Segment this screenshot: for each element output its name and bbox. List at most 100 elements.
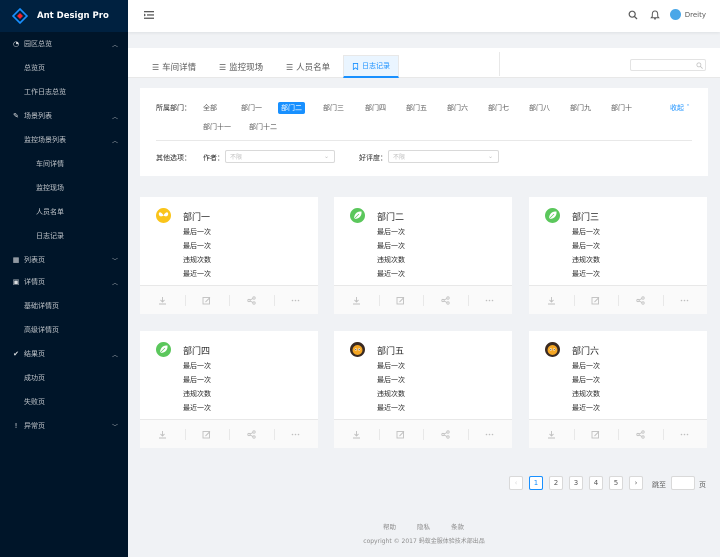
department-card[interactable]: 部门一 最后一次 最后一次 违规次数 最近一次	[140, 197, 318, 314]
search-icon[interactable]	[628, 10, 638, 20]
dept-tag[interactable]: 部门二	[278, 102, 305, 114]
sidebar-item-3[interactable]: ✎ 场景列表 ︿	[0, 107, 128, 125]
dept-tag[interactable]: 部门六	[447, 103, 468, 113]
download-button[interactable]	[334, 286, 379, 314]
share-button[interactable]	[618, 286, 663, 314]
tab-workshop-detail[interactable]: ☰ 车间详情	[152, 56, 196, 78]
ellipsis-button[interactable]	[467, 286, 513, 314]
dept-tag[interactable]: 部门八	[529, 103, 550, 113]
department-card[interactable]: 部门二 最后一次 最后一次 违规次数 最近一次	[334, 197, 512, 314]
dept-tag[interactable]: 部门四	[365, 103, 386, 113]
dept-tag[interactable]: 部门十二	[249, 122, 277, 132]
download-button[interactable]	[529, 286, 574, 314]
sidebar-item-10[interactable]: ▣ 详情页 ︿	[0, 273, 128, 291]
dept-tag[interactable]: 部门五	[406, 103, 427, 113]
page-1-button[interactable]: 1	[529, 476, 543, 490]
sidebar-item-7[interactable]: 人员名单	[0, 203, 128, 221]
edit-button[interactable]	[378, 420, 424, 448]
share-button[interactable]	[229, 420, 274, 448]
profile-icon: ▣	[12, 278, 20, 286]
tab-staff-list[interactable]: ☰ 人员名单	[286, 56, 330, 78]
page-3-button[interactable]: 3	[569, 476, 583, 490]
prev-page-button[interactable]: ‹	[509, 476, 523, 490]
ant-design-logo-icon	[12, 8, 28, 24]
author-select[interactable]: 不限 ⌄	[225, 150, 335, 163]
dept-tag[interactable]: 部门九	[570, 103, 591, 113]
footer-link-help[interactable]: 帮助	[383, 521, 396, 531]
share-button[interactable]	[229, 286, 274, 314]
jump-page-input[interactable]	[671, 476, 695, 490]
tabs-divider	[499, 52, 500, 76]
bell-icon[interactable]	[650, 10, 660, 20]
dept-tag[interactable]: 部门十一	[203, 122, 231, 132]
download-button[interactable]	[140, 286, 185, 314]
edit-button[interactable]	[378, 286, 424, 314]
bookmark-icon	[352, 62, 359, 70]
ellipsis-button[interactable]	[662, 420, 708, 448]
sidebar-item-11[interactable]: 基础详情页	[0, 297, 128, 315]
card-stat-line: 最近一次	[572, 270, 600, 278]
tab-log-records[interactable]: 日志记录	[343, 55, 399, 78]
department-card[interactable]: 部门三 最后一次 最后一次 违规次数 最近一次	[529, 197, 707, 314]
page-4-button[interactable]: 4	[589, 476, 603, 490]
menu-fold-icon[interactable]	[144, 10, 154, 20]
sidebar-item-1[interactable]: 总览页	[0, 59, 128, 77]
card-stat-line: 违规次数	[183, 390, 211, 398]
ellipsis-button[interactable]	[467, 420, 513, 448]
sidebar-item-14[interactable]: 成功页	[0, 369, 128, 387]
card-stat-line: 最近一次	[183, 270, 211, 278]
logo[interactable]: Ant Design Pro	[0, 0, 128, 32]
sidebar-item-5[interactable]: 车间详情	[0, 155, 128, 173]
footer-link-terms[interactable]: 条款	[451, 521, 464, 531]
sidebar-item-6[interactable]: 监控现场	[0, 179, 128, 197]
department-card[interactable]: 部门四 最后一次 最后一次 违规次数 最近一次	[140, 331, 318, 448]
card-title[interactable]: 部门三	[572, 210, 599, 223]
next-page-button[interactable]: ›	[629, 476, 643, 490]
sidebar-item-16[interactable]: ! 异常页 ﹀	[0, 417, 128, 435]
download-button[interactable]	[140, 420, 185, 448]
department-card[interactable]: 部门六 最后一次 最后一次 违规次数 最近一次	[529, 331, 707, 448]
sidebar-item-9[interactable]: ▦ 列表页 ﹀	[0, 251, 128, 269]
edit-button[interactable]	[573, 420, 619, 448]
download-button[interactable]	[334, 420, 379, 448]
page-5-button[interactable]: 5	[609, 476, 623, 490]
card-actions	[140, 419, 318, 448]
dept-tag[interactable]: 部门一	[241, 103, 262, 113]
sidebar-item-8[interactable]: 日志记录	[0, 227, 128, 245]
collapse-button[interactable]: 收起 ˆ	[670, 103, 690, 113]
ellipsis-button[interactable]	[273, 286, 319, 314]
ellipsis-button[interactable]	[273, 420, 319, 448]
edit-button[interactable]	[184, 286, 230, 314]
sidebar-item-4[interactable]: 监控场景列表 ︿	[0, 131, 128, 149]
tab-search-input[interactable]	[630, 59, 706, 71]
form-icon: ✎	[13, 112, 19, 120]
card-title[interactable]: 部门四	[183, 344, 210, 357]
dept-tag[interactable]: 部门三	[323, 103, 344, 113]
share-button[interactable]	[423, 420, 468, 448]
tab-monitor-site[interactable]: ☰ 监控现场	[219, 56, 263, 78]
sidebar-item-0[interactable]: ◔ 园区总览 ︿	[0, 35, 128, 53]
sidebar-item-12[interactable]: 高级详情页	[0, 321, 128, 339]
ellipsis-button[interactable]	[662, 286, 708, 314]
sidebar-item-15[interactable]: 失败页	[0, 393, 128, 411]
page-2-button[interactable]: 2	[549, 476, 563, 490]
department-card[interactable]: 部门五 最后一次 最后一次 违规次数 最近一次	[334, 331, 512, 448]
sidebar-item-13[interactable]: ✔ 结果页 ︿	[0, 345, 128, 363]
edit-button[interactable]	[184, 420, 230, 448]
card-title[interactable]: 部门六	[572, 344, 599, 357]
dept-tag[interactable]: 全部	[203, 103, 217, 113]
download-button[interactable]	[529, 420, 574, 448]
dept-tag[interactable]: 部门十	[611, 103, 632, 113]
card-title[interactable]: 部门一	[183, 210, 210, 223]
avatar	[669, 9, 681, 20]
footer-link-privacy[interactable]: 隐私	[417, 521, 430, 531]
share-button[interactable]	[423, 286, 468, 314]
rating-select[interactable]: 不限 ⌄	[388, 150, 499, 163]
user-menu[interactable]: Dreity	[669, 9, 706, 20]
share-button[interactable]	[618, 420, 663, 448]
sidebar-item-2[interactable]: 工作日志总览	[0, 83, 128, 101]
dept-tag[interactable]: 部门七	[488, 103, 509, 113]
edit-button[interactable]	[573, 286, 619, 314]
card-title[interactable]: 部门五	[377, 344, 404, 357]
card-title[interactable]: 部门二	[377, 210, 404, 223]
